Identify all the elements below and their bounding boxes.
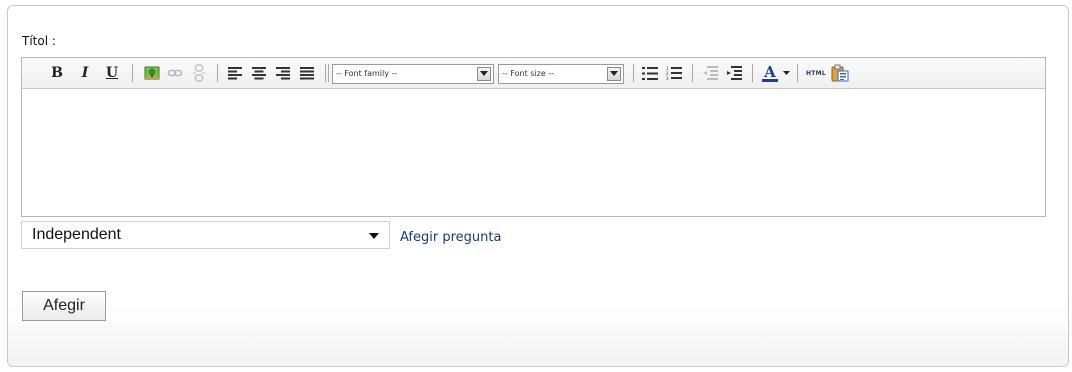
numbered-list-button[interactable]: 1 2 3 (663, 62, 685, 84)
link-icon (167, 69, 183, 77)
toolbar-separator (692, 64, 693, 82)
bullet-list-icon (642, 66, 658, 80)
bold-icon: B (51, 65, 63, 81)
text-color-dropdown[interactable] (780, 62, 792, 84)
insert-link-button[interactable] (164, 62, 186, 84)
align-center-button[interactable] (248, 62, 270, 84)
unlink-button[interactable] (188, 62, 210, 84)
question-type-value: Independent (32, 226, 121, 243)
outdent-icon (703, 66, 718, 80)
italic-icon: I (81, 65, 89, 81)
toolbar-separator (633, 64, 634, 82)
text-color-icon: A (762, 64, 778, 82)
font-size-value: -- Font size -- (502, 69, 555, 78)
toolbar-separator (325, 64, 326, 82)
editor-content-area[interactable] (22, 89, 1045, 216)
outdent-button[interactable] (699, 62, 721, 84)
indent-icon (727, 66, 742, 80)
align-left-icon (228, 66, 242, 79)
numbered-list-icon: 1 2 3 (666, 66, 682, 80)
rich-text-editor: B I U -- Font family -- -- Font size -- … (21, 57, 1046, 217)
font-size-select[interactable]: -- Font size -- (498, 64, 624, 84)
toolbar-separator (328, 64, 329, 82)
html-icon: HTML (805, 69, 827, 77)
image-icon (144, 66, 160, 80)
question-type-select[interactable]: Independent (21, 221, 390, 249)
toolbar-separator (132, 64, 133, 82)
html-source-button[interactable]: HTML (803, 62, 829, 84)
align-center-icon (252, 66, 266, 79)
bold-button[interactable]: B (46, 62, 68, 84)
align-justify-icon (300, 66, 314, 79)
paste-word-icon (831, 64, 849, 82)
title-label: Títol : (22, 34, 56, 48)
bullet-list-button[interactable] (639, 62, 661, 84)
chevron-down-icon (607, 67, 621, 81)
align-left-button[interactable] (224, 62, 246, 84)
insert-image-button[interactable] (141, 62, 163, 84)
italic-button[interactable]: I (74, 62, 96, 84)
indent-button[interactable] (723, 62, 745, 84)
add-question-link[interactable]: Afegir pregunta (400, 230, 501, 245)
underline-icon: U (105, 65, 119, 81)
chevron-down-icon (369, 233, 379, 239)
font-family-select[interactable]: -- Font family -- (332, 64, 494, 84)
toolbar-separator (797, 64, 798, 82)
text-color-button[interactable]: A (758, 62, 782, 84)
align-justify-button[interactable] (296, 62, 318, 84)
chevron-down-icon (782, 70, 790, 75)
paste-word-button[interactable] (829, 62, 851, 84)
align-right-button[interactable] (272, 62, 294, 84)
svg-text:3: 3 (666, 76, 669, 80)
unlink-icon (193, 64, 205, 82)
add-button[interactable]: Afegir (22, 291, 106, 321)
underline-button[interactable]: U (101, 62, 123, 84)
editor-toolbar: B I U -- Font family -- -- Font size -- … (22, 58, 1045, 89)
toolbar-separator (752, 64, 753, 82)
toolbar-separator (217, 64, 218, 82)
align-right-icon (276, 66, 290, 79)
chevron-down-icon (477, 67, 491, 81)
font-family-value: -- Font family -- (336, 69, 398, 78)
